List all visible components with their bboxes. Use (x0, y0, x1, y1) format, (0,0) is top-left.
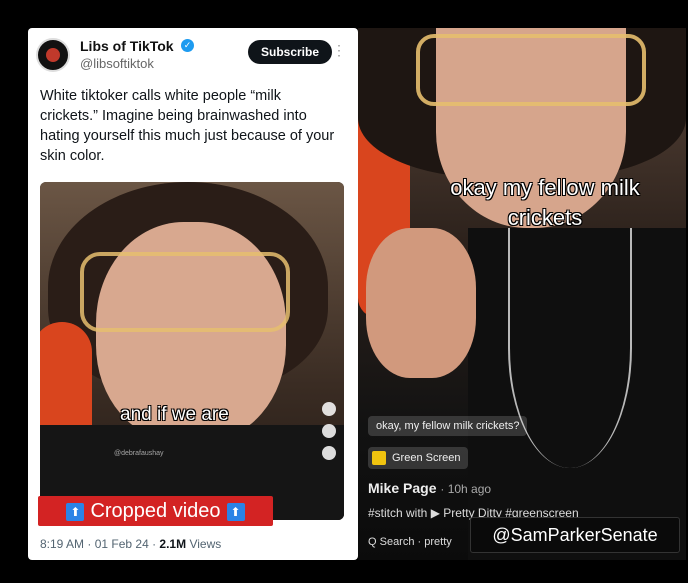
effect-tag[interactable]: Green Screen (368, 447, 469, 469)
video-caption: and if we are (120, 404, 229, 425)
tweet-meta: 8:19 AM · 01 Feb 24 · 2.1M Views (40, 537, 222, 551)
tiktok-glasses (416, 34, 646, 106)
tiktok-video[interactable]: okay my fellow milk crickets okay, my fe… (358, 28, 686, 560)
account-handle[interactable]: @libsoftiktok (80, 56, 154, 71)
effect-label: Green Screen (392, 451, 461, 464)
subscribe-button[interactable]: Subscribe (248, 40, 332, 64)
account-avatar[interactable] (36, 38, 70, 72)
author-time: · 10h ago (440, 482, 492, 496)
arrow-up-icon: ⬆ (66, 502, 85, 521)
comment-reply-pill[interactable]: okay, my fellow milk crickets? (368, 416, 528, 436)
tiktok-hand (366, 228, 476, 378)
overlay-handle: @SamParkerSenate (470, 517, 680, 553)
views-label: Views (189, 537, 222, 551)
green-screen-icon (372, 451, 386, 465)
tweet-header: Libs of TikTok ✓ @libsoftiktok Subscribe… (36, 36, 350, 82)
tweet-card: Libs of TikTok ✓ @libsoftiktok Subscribe… (28, 28, 358, 560)
arrow-up-icon: ⬆ (226, 502, 245, 521)
more-icon[interactable]: ⋮ (332, 42, 346, 59)
tweet-time[interactable]: 8:19 AM (40, 537, 84, 551)
volume-icon[interactable] (322, 446, 336, 460)
cropped-video-banner: ⬆ Cropped video ⬆ (38, 496, 273, 526)
tweet-video[interactable]: and if we are @debrafaushay (40, 182, 344, 520)
video-glasses (80, 252, 290, 332)
tiktok-caption: okay my fellow milk crickets (450, 175, 640, 230)
account-name[interactable]: Libs of TikTok (80, 38, 174, 54)
video-side-icons[interactable] (322, 402, 338, 468)
tweet-date[interactable]: 01 Feb 24 (95, 537, 149, 551)
tiktok-author[interactable]: Mike Page · 10h ago (368, 480, 491, 496)
author-name[interactable]: Mike Page (368, 480, 436, 496)
like-icon[interactable] (322, 402, 336, 416)
comment-icon[interactable] (322, 424, 336, 438)
views-count: 2.1M (159, 537, 187, 551)
search-bar[interactable]: Q Search · pretty (368, 536, 452, 548)
video-watermark: @debrafaushay (114, 450, 164, 457)
banner-label: Cropped video (90, 500, 221, 522)
verified-badge-icon: ✓ (181, 39, 194, 52)
tweet-text: White tiktoker calls white people “milk … (40, 88, 335, 164)
